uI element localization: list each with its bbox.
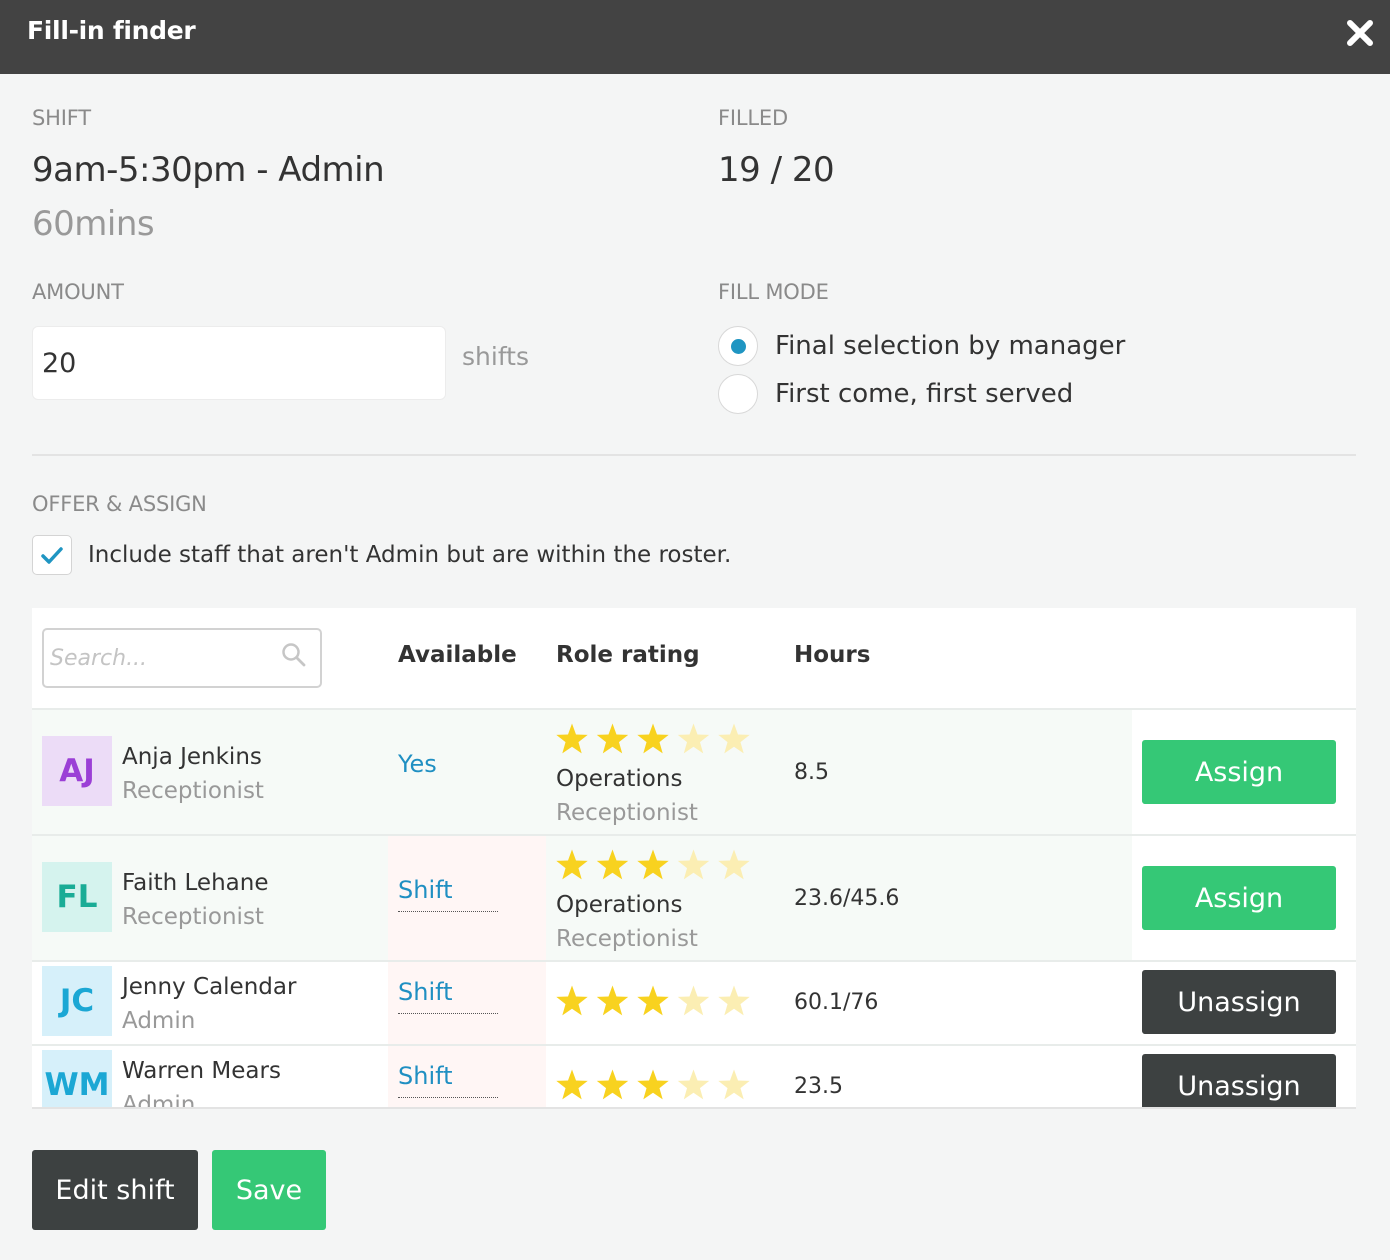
staff-name: Jenny Calendar — [122, 974, 297, 1000]
availability-link[interactable]: Shift — [398, 978, 498, 1014]
column-header-role-rating[interactable]: Role rating — [556, 642, 700, 668]
avatar: WM — [42, 1050, 112, 1107]
avatar: JC — [42, 966, 112, 1036]
star-filled-icon — [596, 985, 629, 1016]
hours-value: 23.5 — [794, 1074, 843, 1099]
star-filled-icon — [556, 723, 588, 754]
star-empty-icon — [718, 723, 750, 754]
star-filled-icon — [637, 985, 669, 1016]
column-header-hours[interactable]: Hours — [794, 642, 870, 668]
table-row: JC Jenny Calendar Admin Shift 60.1/76 Un… — [32, 960, 1356, 1044]
fill-mode-option-manager[interactable]: Final selection by manager — [718, 326, 1125, 366]
unassign-button[interactable]: Unassign — [1142, 970, 1336, 1034]
avatar: AJ — [42, 736, 112, 806]
star-empty-icon — [718, 849, 750, 880]
staff-role: Admin — [122, 1092, 196, 1109]
availability-link[interactable]: Shift — [398, 876, 498, 912]
fill-mode-option-label: Final selection by manager — [775, 331, 1126, 361]
edit-shift-button[interactable]: Edit shift — [32, 1150, 198, 1230]
include-staff-checkbox-row[interactable]: Include staff that aren't Admin but are … — [32, 535, 731, 575]
availability-link[interactable]: Shift — [398, 1062, 498, 1098]
staff-name: Anja Jenkins — [122, 744, 262, 770]
rating-role: Receptionist — [556, 926, 698, 952]
table-row: WM Warren Mears Admin Shift 23.5 Unassig… — [32, 1044, 1356, 1109]
availability-link[interactable]: Yes — [398, 750, 437, 778]
star-filled-icon — [637, 1069, 669, 1100]
star-filled-icon — [556, 985, 588, 1016]
star-filled-icon — [556, 1069, 588, 1100]
shift-label: SHIFT — [32, 106, 91, 130]
star-filled-icon — [596, 849, 629, 880]
staff-role: Receptionist — [122, 778, 264, 804]
hours-value: 8.5 — [794, 760, 829, 785]
star-rating-icon — [556, 849, 750, 880]
dialog-titlebar: Fill-in finder — [0, 0, 1390, 74]
star-empty-icon — [677, 723, 710, 754]
filled-value: 19 / 20 — [718, 150, 835, 190]
offer-assign-label: OFFER & ASSIGN — [32, 492, 207, 516]
star-rating-icon — [556, 723, 750, 754]
amount-suffix: shifts — [462, 342, 530, 371]
assign-button[interactable]: Assign — [1142, 866, 1336, 930]
shift-time-role: 9am-5:30pm - Admin — [32, 150, 385, 190]
amount-input[interactable] — [32, 326, 446, 400]
include-staff-label: Include staff that aren't Admin but are … — [88, 542, 732, 568]
staff-name: Faith Lehane — [122, 870, 269, 896]
search-input[interactable] — [44, 630, 274, 686]
star-empty-icon — [677, 849, 710, 880]
fill-mode-option-label: First come, first served — [775, 379, 1074, 409]
staff-name: Warren Mears — [122, 1058, 281, 1084]
avatar: FL — [42, 862, 112, 932]
include-staff-checkbox[interactable] — [32, 535, 72, 575]
checkmark-icon — [41, 547, 63, 564]
star-filled-icon — [596, 723, 629, 754]
star-filled-icon — [637, 723, 669, 754]
hours-value: 23.6/45.6 — [794, 886, 900, 911]
assign-button[interactable]: Assign — [1142, 740, 1336, 804]
star-empty-icon — [677, 1069, 710, 1100]
star-empty-icon — [718, 985, 750, 1016]
shift-break: 60mins — [32, 204, 155, 244]
star-filled-icon — [637, 849, 669, 880]
fill-mode-label: FILL MODE — [718, 280, 829, 304]
unassign-button[interactable]: Unassign — [1142, 1054, 1336, 1107]
star-rating-icon — [556, 985, 750, 1016]
star-empty-icon — [718, 1069, 750, 1100]
rating-role-type: Operations — [556, 766, 683, 792]
staff-table: Available Role rating Hours AJ Anja Jenk… — [32, 608, 1356, 1109]
column-header-available[interactable]: Available — [398, 642, 517, 668]
radio-unselected[interactable] — [718, 374, 758, 414]
amount-label: AMOUNT — [32, 280, 124, 304]
rating-role-type: Operations — [556, 892, 683, 918]
filled-label: FILLED — [718, 106, 788, 130]
fill-mode-option-first-come[interactable]: First come, first served — [718, 374, 1073, 414]
search-box[interactable] — [42, 628, 322, 688]
table-row: AJ Anja Jenkins Receptionist Yes Operati… — [32, 708, 1356, 834]
star-rating-icon — [556, 1069, 750, 1100]
close-icon[interactable] — [1342, 15, 1378, 51]
section-divider — [32, 454, 1356, 456]
star-filled-icon — [556, 849, 588, 880]
save-button[interactable]: Save — [212, 1150, 326, 1230]
table-row: FL Faith Lehane Receptionist Shift Opera… — [32, 834, 1356, 960]
star-empty-icon — [677, 985, 710, 1016]
hours-value: 60.1/76 — [794, 990, 879, 1015]
staff-role: Admin — [122, 1008, 196, 1034]
search-icon[interactable] — [281, 642, 307, 668]
dialog-title: Fill-in finder — [27, 16, 196, 45]
rating-role: Receptionist — [556, 800, 698, 826]
staff-role: Receptionist — [122, 904, 264, 930]
star-filled-icon — [596, 1069, 629, 1100]
radio-selected[interactable] — [718, 326, 758, 366]
